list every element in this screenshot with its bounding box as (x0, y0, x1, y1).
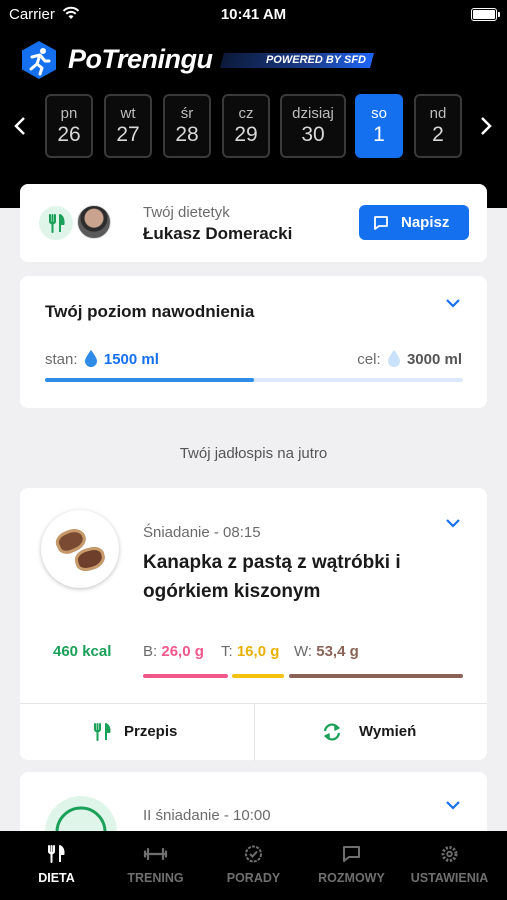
day-name: nd (429, 105, 447, 122)
fork-knife-icon (49, 214, 65, 233)
macro-carbs-bar (289, 674, 463, 678)
gear-icon (441, 846, 458, 862)
macro-protein-label: B: (143, 643, 158, 660)
hydration-progress-bar (45, 378, 463, 382)
day-number: 30 (301, 123, 325, 146)
chevron-down-icon[interactable] (445, 298, 461, 308)
macro-protein: B: 26,0 g (143, 643, 204, 660)
hydration-goal-value: 3000 ml (406, 351, 462, 368)
chevron-right-icon (481, 117, 492, 135)
water-drop-icon (387, 350, 400, 367)
macro-fat-label: T: (221, 643, 233, 660)
fork-knife-icon (94, 723, 111, 741)
badge-check-icon (245, 845, 262, 863)
meal-time: II śniadanie - 10:00 (143, 807, 271, 824)
tab-porady[interactable]: PORADY (203, 831, 304, 900)
avatar (77, 205, 111, 239)
tab-label: PORADY (226, 871, 281, 885)
day-name: so (371, 105, 387, 122)
tab-dieta[interactable]: DIETA (6, 831, 107, 900)
hydration-title: Twój poziom nawodnienia (45, 302, 255, 321)
refresh-icon (323, 723, 341, 741)
day-name: cz (238, 105, 254, 122)
day-number: 1 (373, 123, 385, 146)
brand-name: PoTreningu (68, 44, 213, 74)
day-button-pn[interactable]: pn 26 (45, 94, 93, 158)
tab-label: DIETA (38, 871, 75, 885)
tab-ustawienia[interactable]: USTAWIENIA (399, 831, 500, 900)
day-name: dzisiaj (292, 105, 334, 122)
day-number: 26 (57, 123, 81, 146)
dietitian-card: Twój dietetyk Łukasz Domeracki Napisz (20, 184, 487, 262)
day-button-nd[interactable]: nd 2 (414, 94, 462, 158)
swap-meal-label: Wymień (359, 723, 417, 740)
chevron-left-icon (14, 117, 25, 135)
tab-rozmowy[interactable]: ROZMOWY (301, 831, 402, 900)
meal-actions: Przepis Wymień (20, 703, 487, 761)
dumbbell-icon (143, 847, 168, 861)
status-bar: Carrier 10:41 AM (0, 0, 507, 30)
water-drop-icon (84, 350, 97, 367)
hydration-current-value: 1500 ml (103, 351, 159, 368)
hydration-current-label: stan: (45, 351, 78, 368)
macro-fat: T: 16,0 g (221, 643, 279, 660)
day-name: wt (120, 105, 136, 122)
write-message-button[interactable]: Napisz (359, 205, 469, 240)
tab-label: ROZMOWY (318, 871, 385, 885)
app-header: Carrier 10:41 AM PoTreningu POWERED BY S… (0, 0, 507, 208)
chat-icon (343, 846, 360, 862)
day-name: śr (180, 105, 194, 122)
hydration-goal-label: cel: (357, 351, 381, 368)
day-button-so-selected[interactable]: so 1 (355, 94, 403, 158)
clock: 10:41 AM (220, 6, 287, 23)
day-name: pn (60, 105, 78, 122)
day-button-wt[interactable]: wt 27 (104, 94, 152, 158)
meal-title: Kanapka z pastą z wątróbki i ogórkiem ki… (143, 552, 401, 602)
day-number: 28 (175, 123, 199, 146)
swap-meal-button[interactable]: Wymień (255, 704, 487, 761)
meal-card-breakfast: Śniadanie - 08:15 Kanapka z pastą z wątr… (20, 488, 487, 761)
write-message-label: Napisz (401, 214, 450, 231)
meal-kcal: 460 kcal (53, 643, 112, 660)
day-number: 27 (116, 123, 140, 146)
chat-icon (374, 216, 388, 230)
menu-section-title: Twój jadłospis na jutro (179, 445, 328, 462)
fork-knife-badge (39, 206, 73, 240)
chevron-down-icon[interactable] (445, 800, 461, 810)
macro-carbs-value: 53,4 g (316, 643, 359, 660)
recipe-button[interactable]: Przepis (20, 704, 254, 761)
hydration-progress-fill (45, 378, 254, 382)
macro-fat-bar (232, 674, 284, 678)
hydration-card[interactable]: Twój poziom nawodnienia stan: 1500 ml ce… (20, 276, 487, 408)
macro-carbs: W: 53,4 g (294, 643, 359, 660)
next-week-button[interactable] (480, 112, 492, 143)
tab-label: TRENING (127, 871, 184, 885)
hydration-current: stan: 1500 ml (45, 349, 159, 368)
battery-icon (471, 8, 500, 21)
day-number: 2 (432, 123, 444, 146)
meal-photo (41, 510, 119, 588)
powered-by-label: POWERED BY SFD (265, 54, 366, 66)
hydration-goal: cel: 3000 ml (357, 349, 462, 368)
day-number: 29 (234, 123, 258, 146)
dietitian-label: Twój dietetyk (143, 204, 230, 221)
macro-carbs-label: W: (294, 643, 313, 660)
meal-time: Śniadanie - 08:15 (143, 524, 261, 541)
app-logo-icon (22, 41, 56, 79)
day-button-today[interactable]: dzisiaj 30 (280, 94, 346, 158)
tab-trening[interactable]: TRENING (105, 831, 206, 900)
dietitian-name: Łukasz Domeracki (143, 224, 293, 243)
macro-fat-value: 16,0 g (236, 643, 280, 660)
day-button-sr[interactable]: śr 28 (163, 94, 211, 158)
recipe-label: Przepis (124, 723, 178, 740)
chevron-down-icon[interactable] (445, 518, 461, 528)
macro-protein-value: 26,0 g (161, 643, 204, 660)
day-button-cz[interactable]: cz 29 (222, 94, 270, 158)
macro-protein-bar (143, 674, 228, 678)
powered-by-badge: POWERED BY SFD (219, 53, 375, 68)
tab-label: USTAWIENIA (410, 871, 489, 885)
prev-week-button[interactable] (14, 112, 26, 143)
tab-bar: DIETA TRENING PORADY ROZMOWY USTAWIENIA (0, 831, 507, 900)
fork-knife-icon (48, 845, 65, 863)
